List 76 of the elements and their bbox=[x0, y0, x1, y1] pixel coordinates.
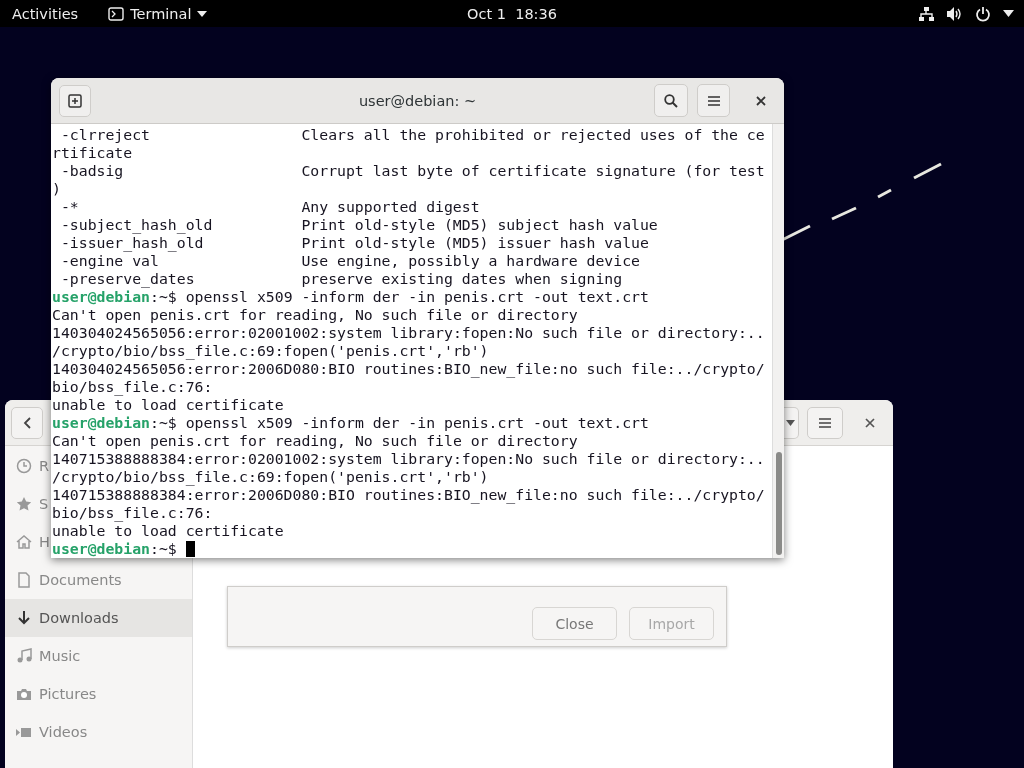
caret-icon bbox=[786, 419, 795, 426]
sidebar-item[interactable]: H bbox=[5, 523, 50, 561]
output-line: /crypto/bio/bss_file.c:69:fopen('penis.crt','rb') bbox=[52, 468, 489, 485]
network-icon[interactable] bbox=[918, 5, 934, 22]
output-line: Can't open penis.crt for reading, No such file or directory bbox=[52, 432, 578, 449]
clock[interactable]: Oct 1 18:36 bbox=[467, 5, 557, 22]
sidebar-item[interactable]: Music bbox=[5, 637, 81, 675]
option-description: Corrupt last byte of certificate signature (for test bbox=[301, 162, 766, 180]
option-name: -preserve_dates bbox=[59, 270, 196, 288]
sidebar-item[interactable]: S bbox=[5, 485, 49, 523]
close-icon[interactable] bbox=[865, 417, 875, 428]
caret-icon bbox=[197, 10, 208, 17]
app-menu[interactable]: Terminal bbox=[108, 5, 208, 22]
output-line: /crypto/bio/bss_file.c:69:fopen('penis.crt','rb') bbox=[52, 342, 489, 359]
terminal-icon bbox=[108, 6, 125, 21]
prompt-user: user@debian bbox=[52, 414, 150, 431]
clock-icon bbox=[16, 458, 32, 474]
command-text: openssl x509 -inform der -in penis.crt -out text.crt bbox=[185, 414, 649, 431]
dialog-button[interactable]: Close bbox=[532, 607, 617, 640]
output-line: Can't open penis.crt for reading, No such file or directory bbox=[52, 306, 578, 323]
option-name: -issuer_hash_old bbox=[59, 234, 205, 252]
output-line: unable to load certificate bbox=[52, 522, 284, 539]
camera-icon bbox=[16, 686, 32, 702]
search-button[interactable] bbox=[654, 84, 688, 117]
option-name: -* bbox=[59, 198, 80, 216]
back-button[interactable] bbox=[11, 406, 43, 439]
output-line: ) bbox=[52, 180, 61, 197]
caret-icon[interactable] bbox=[1003, 10, 1014, 17]
option-description: Use engine, possibly a hardware device bbox=[301, 252, 641, 270]
window-title: user@debian: ~ bbox=[358, 92, 477, 109]
prompt-path: :~$ bbox=[150, 414, 177, 431]
new-tab-button[interactable] bbox=[59, 84, 91, 117]
sidebar-item[interactable]: Downloads bbox=[5, 599, 192, 637]
option-name: -engine val bbox=[59, 252, 160, 270]
sidebar-item[interactable]: R bbox=[5, 447, 50, 485]
star-icon bbox=[16, 496, 32, 512]
scrollbar[interactable] bbox=[772, 124, 784, 558]
sidebar-item[interactable]: Pictures bbox=[5, 675, 97, 713]
option-description: Any supported digest bbox=[301, 198, 481, 216]
close-icon[interactable] bbox=[756, 95, 766, 106]
activities-button[interactable]: Activities bbox=[12, 5, 79, 22]
document-icon bbox=[16, 572, 32, 588]
download-icon bbox=[16, 610, 32, 626]
option-description: Print old-style (MD5) issuer hash value bbox=[301, 234, 650, 252]
output-line: 140715388888384:error:02001002:system library:fopen:No such file or directory:.. bbox=[52, 450, 765, 467]
option-description: Clears all the prohibited or rejected uses of the ce bbox=[301, 126, 766, 144]
output-line: bio/bss_file.c:76: bbox=[52, 504, 213, 521]
house-icon bbox=[16, 534, 32, 550]
prompt-path: :~$ bbox=[150, 288, 177, 305]
search-icon bbox=[664, 93, 678, 108]
prompt-user: user@debian bbox=[52, 288, 150, 305]
new-tab-icon bbox=[68, 93, 82, 108]
output-line: 140304024565056:error:2006D080:BIO routines:BIO_new_file:no such file:../crypto/ bbox=[52, 360, 765, 377]
power-icon[interactable] bbox=[975, 5, 991, 22]
option-description: Print old-style (MD5) subject hash value bbox=[301, 216, 659, 234]
prompt-path: :~$ bbox=[150, 540, 177, 557]
option-name: -badsig bbox=[59, 162, 125, 180]
chevron-left-icon bbox=[23, 416, 31, 429]
menu-icon bbox=[707, 95, 720, 106]
output-line: unable to load certificate bbox=[52, 396, 284, 413]
menu-button[interactable] bbox=[807, 406, 843, 439]
output-line: 140715388888384:error:2006D080:BIO routines:BIO_new_file:no such file:../crypto/ bbox=[52, 486, 765, 503]
option-description: preserve existing dates when signing bbox=[301, 270, 624, 288]
sidebar-item[interactable]: Documents bbox=[5, 561, 122, 599]
music-icon bbox=[16, 648, 32, 664]
option-name: -clrreject bbox=[59, 126, 151, 144]
menu-button[interactable] bbox=[697, 84, 730, 117]
command-text: openssl x509 -inform der -in penis.crt -out text.crt bbox=[185, 288, 649, 305]
output-line: bio/bss_file.c:76: bbox=[52, 378, 213, 395]
volume-icon[interactable] bbox=[946, 5, 963, 22]
output-line: rtificate bbox=[52, 144, 133, 161]
output-line: 140304024565056:error:02001002:system library:fopen:No such file or directory:.. bbox=[52, 324, 765, 341]
option-name: -subject_hash_old bbox=[59, 216, 214, 234]
sidebar-item[interactable]: Videos bbox=[5, 713, 88, 751]
prompt-user: user@debian bbox=[52, 540, 150, 557]
menu-icon bbox=[819, 417, 831, 428]
